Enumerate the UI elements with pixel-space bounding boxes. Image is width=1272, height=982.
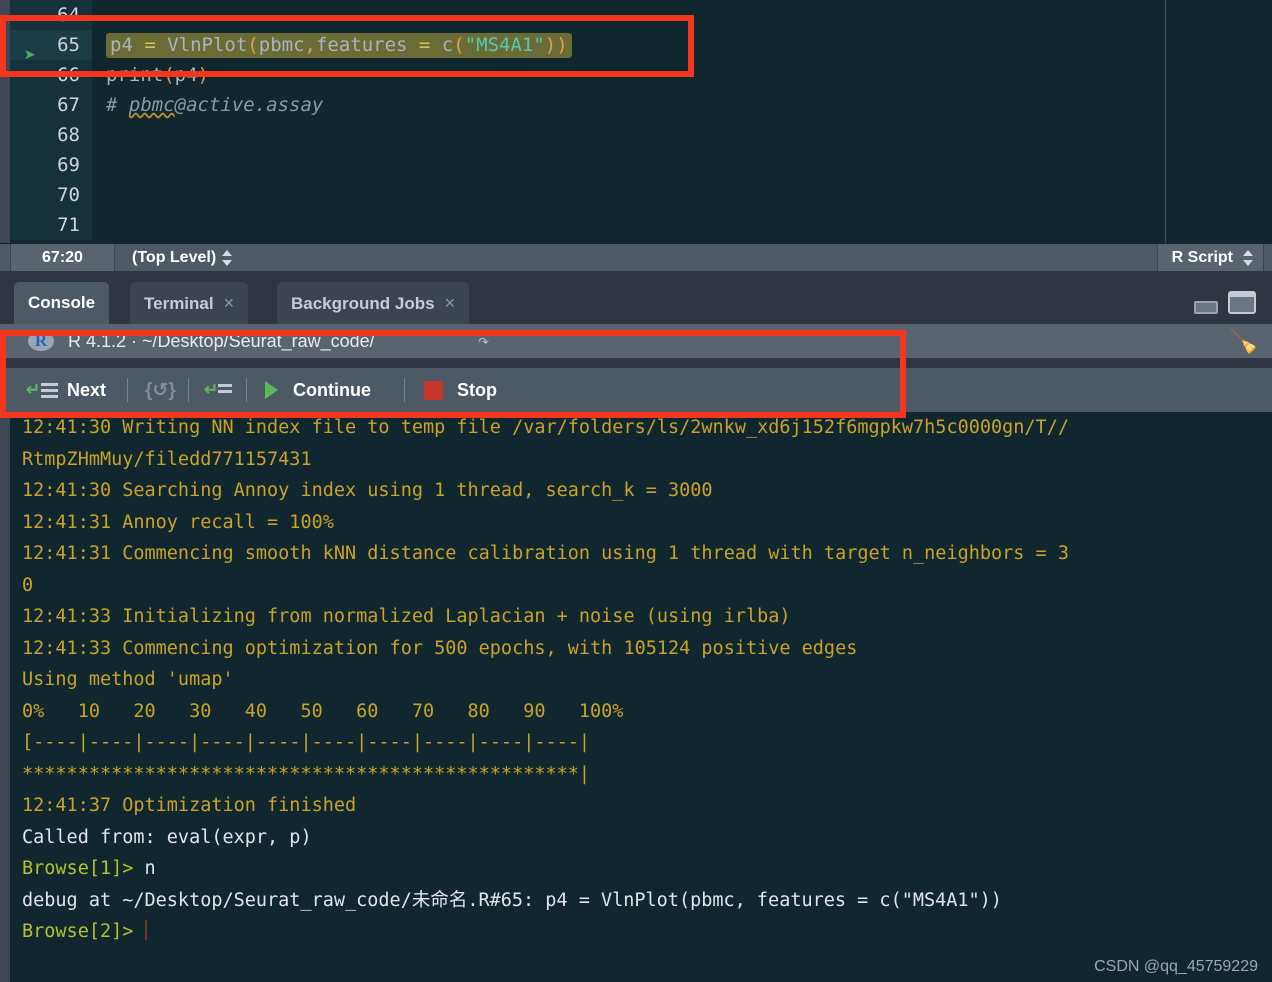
file-type-selector[interactable]: R Script — [1156, 244, 1264, 271]
editor-line[interactable]: 66 print(p4) — [10, 60, 1272, 90]
debug-stop-button[interactable]: Stop — [424, 368, 497, 412]
tab-console[interactable]: Console — [14, 282, 110, 324]
close-icon[interactable]: × — [445, 293, 456, 313]
line-number: 64 — [10, 0, 92, 30]
play-icon — [265, 381, 278, 399]
rstudio-window: 64 65 ➤ p4 = VlnPlot(pbmc,features = c("… — [0, 0, 1272, 982]
console-tab-bar: Console Terminal × Background Jobs × — [0, 277, 1272, 324]
line-number: 71 — [10, 210, 92, 240]
line-number: 66 — [10, 60, 92, 90]
browse-prompt: Browse[1]> — [22, 858, 145, 879]
r-version-and-workdir: R 4.1.2 · ~/Desktop/Seurat_raw_code/ — [68, 331, 375, 351]
r-logo-icon: R — [28, 331, 54, 351]
editor-line[interactable]: 67 # pbmc@active.assay — [10, 90, 1272, 120]
console-debug-location-line: debug at ~/Desktop/Seurat_raw_code/未命名.R… — [22, 889, 1002, 911]
editor-line-current[interactable]: 65 ➤ p4 = VlnPlot(pbmc,features = c("MS4… — [10, 30, 1272, 65]
step-out-icon: ↵ — [204, 381, 234, 399]
debug-step-out-button[interactable]: ↵ — [204, 368, 234, 412]
clear-console-broom-icon[interactable]: 🧹 — [1229, 328, 1258, 355]
editor-line[interactable]: 68 — [10, 120, 1272, 150]
console-progress-ruler: [----|----|----|----|----|----|----|----… — [22, 732, 591, 753]
debug-step-into-button[interactable]: {↺} — [145, 368, 176, 412]
step-over-icon: ↵ — [26, 381, 60, 399]
line-number: 68 — [10, 120, 92, 150]
scope-label: (Top Level) — [132, 249, 217, 266]
console-left-pad — [0, 412, 10, 982]
console-output-pane[interactable]: ****************************************… — [0, 412, 1272, 982]
tab-label: Background Jobs — [291, 294, 435, 313]
code-comment: # pbmc@active.assay — [106, 94, 324, 116]
line-number: 65 — [10, 30, 92, 60]
console-line: 12:41:37 Optimization finished — [22, 795, 357, 816]
console-progress-scale: 0% 10 20 30 40 50 60 70 80 90 100% — [22, 700, 624, 722]
code-scope-selector[interactable]: (Top Level) — [118, 244, 242, 271]
watermark-text: CSDN @qq_45759229 — [1094, 958, 1258, 975]
stop-icon — [424, 380, 443, 400]
user-input-echo: n — [144, 858, 156, 879]
console-line: 12:41:33 Initializing from normalized La… — [22, 606, 791, 627]
editor-line[interactable]: 64 — [10, 0, 1272, 30]
editor-line[interactable]: 70 — [10, 180, 1272, 210]
console-line: RtmpZHmMuy/filedd771157431 — [22, 448, 312, 470]
console-progress-asterisks-partial: ****************************************… — [20, 412, 1272, 422]
debug-toolbar: ↵ Next {↺} ↵ Continue Stop — [0, 368, 1272, 412]
code-text: p4 = VlnPlot(pbmc,features = c("MS4A1")) — [106, 30, 572, 60]
text-cursor — [144, 920, 147, 940]
open-in-finder-icon[interactable]: ↷ — [478, 324, 489, 358]
tab-terminal[interactable]: Terminal × — [130, 282, 249, 324]
toolbar-separator — [404, 378, 405, 402]
line-number: 69 — [10, 150, 92, 180]
browse-prompt: Browse[2]> — [22, 921, 145, 942]
console-line: 0 — [22, 574, 34, 596]
editor-content[interactable]: 64 65 ➤ p4 = VlnPlot(pbmc,features = c("… — [10, 0, 1272, 243]
tab-background-jobs[interactable]: Background Jobs × — [277, 282, 470, 324]
close-icon[interactable]: × — [224, 293, 235, 313]
chevron-updown-icon — [222, 249, 233, 266]
debug-stop-label: Stop — [457, 379, 497, 400]
step-into-icon: {↺} — [145, 379, 176, 401]
console-header-bar: R R 4.1.2 · ~/Desktop/Seurat_raw_code/ ↷… — [0, 324, 1272, 358]
source-editor-pane[interactable]: 64 65 ➤ p4 = VlnPlot(pbmc,features = c("… — [0, 0, 1272, 243]
cursor-position-indicator[interactable]: 67:20 — [10, 244, 115, 271]
toolbar-separator — [127, 378, 128, 402]
editor-status-bar: 67:20 (Top Level) R Script — [0, 243, 1272, 271]
console-line: Using method 'umap' — [22, 669, 234, 690]
debug-continue-button[interactable]: Continue — [265, 368, 371, 412]
console-progress-bar: ****************************************… — [22, 763, 591, 785]
tab-label: Terminal — [144, 294, 214, 313]
console-line: 12:41:31 Commencing smooth kNN distance … — [22, 543, 1069, 564]
chevron-updown-icon — [1243, 249, 1253, 266]
debug-next-button[interactable]: ↵ Next — [26, 368, 106, 412]
tab-label: Console — [28, 293, 96, 312]
console-line: 12:41:31 Annoy recall = 100% — [22, 511, 334, 533]
console-active-prompt[interactable]: Browse[2]> — [22, 916, 1272, 948]
code-text: print(p4) — [106, 64, 209, 86]
console-line: Called from: eval(expr, p) — [22, 826, 312, 848]
debug-next-label: Next — [67, 379, 107, 400]
line-number: 70 — [10, 180, 92, 210]
file-type-label: R Script — [1171, 249, 1233, 266]
maximize-icon[interactable] — [1228, 291, 1256, 314]
console-text[interactable]: ****************************************… — [10, 412, 1272, 982]
console-line: 12:41:30 Searching Annoy index using 1 t… — [22, 480, 713, 501]
editor-left-gutter-pad — [0, 0, 10, 243]
editor-line[interactable]: 69 — [10, 150, 1272, 180]
toolbar-separator — [246, 378, 247, 402]
line-number: 67 — [10, 90, 92, 120]
editor-line[interactable]: 71 — [10, 210, 1272, 240]
console-line: 12:41:33 Commencing optimization for 500… — [22, 637, 858, 659]
minimize-icon[interactable] — [1194, 301, 1218, 314]
console-prompt-line: Browse[1]> n — [22, 853, 1272, 885]
debug-continue-label: Continue — [293, 379, 371, 400]
toolbar-separator — [188, 378, 189, 402]
pane-window-buttons — [1194, 291, 1256, 314]
